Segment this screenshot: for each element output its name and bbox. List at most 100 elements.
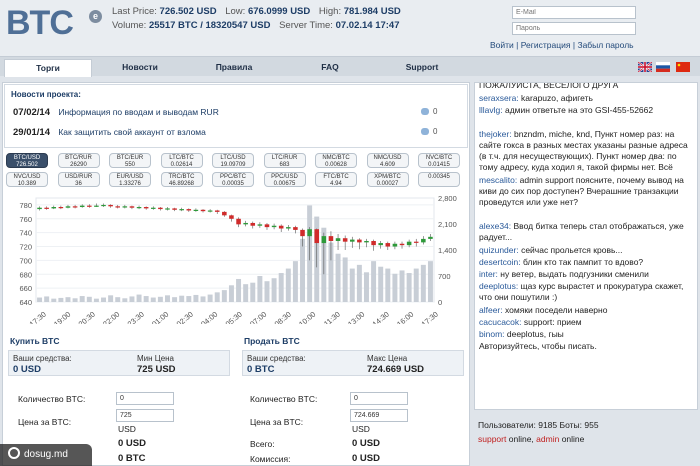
register-link[interactable]: Регистрация bbox=[521, 40, 571, 50]
volume-bar bbox=[221, 290, 227, 302]
news-headline[interactable]: Информация по вводам и выводам RUR bbox=[58, 107, 218, 117]
pair-value: 26290 bbox=[70, 161, 87, 168]
pair-button[interactable]: PPC/BTC 0.00035 bbox=[212, 172, 254, 187]
candle-body bbox=[271, 225, 277, 228]
support-user[interactable]: support bbox=[478, 434, 506, 444]
login-link[interactable]: Войти bbox=[490, 40, 514, 50]
chat-nick[interactable]: mescalito: bbox=[479, 175, 517, 185]
pair-button[interactable]: NVC/BTC 0.01415 bbox=[418, 153, 460, 168]
chat-nick[interactable]: lllavlg: bbox=[479, 105, 503, 115]
pair-button[interactable]: PPC/USD 0.00675 bbox=[263, 172, 306, 187]
pair-button[interactable]: XPM/BTC 0.00027 bbox=[366, 172, 409, 187]
login-separator-2: | bbox=[572, 40, 576, 50]
sell-fee-value: 0 USD bbox=[352, 453, 380, 464]
chat-nick[interactable]: inter: bbox=[479, 269, 498, 279]
pair-button[interactable]: NMC/BTC 0.00628 bbox=[315, 153, 357, 168]
x-tick-label: 04:00 bbox=[199, 310, 219, 324]
chat-nick[interactable]: alexe34: bbox=[479, 221, 511, 231]
last-price-label: Last Price: bbox=[112, 6, 157, 17]
low-label: Low: bbox=[225, 6, 246, 17]
watermark-text: dosug.md bbox=[24, 449, 68, 460]
volume-bar bbox=[378, 266, 384, 302]
chat-nick[interactable]: binom: bbox=[479, 329, 505, 339]
sell-price-input[interactable]: 724.669 bbox=[350, 409, 408, 422]
candle-body bbox=[165, 208, 170, 210]
candle-body bbox=[243, 222, 248, 225]
chat-message: binom: deeplotus, гыы bbox=[479, 329, 697, 340]
volume-bar bbox=[264, 281, 270, 302]
chat-text: админ ответьте на это GSI-455-52662 bbox=[502, 105, 654, 115]
tab-rules[interactable]: Правила bbox=[194, 59, 274, 77]
tab-faq[interactable]: FAQ bbox=[290, 59, 370, 77]
pair-value: 0.00628 bbox=[325, 161, 347, 168]
candle-body bbox=[108, 204, 113, 207]
candle-body bbox=[286, 227, 291, 229]
candle-body bbox=[428, 236, 433, 239]
candle-body bbox=[172, 208, 177, 210]
candle-body bbox=[349, 239, 355, 242]
buy-qty-input[interactable]: 0 bbox=[116, 392, 174, 405]
x-tick-label: 19:00 bbox=[52, 310, 72, 324]
x-tick-label: 16:00 bbox=[395, 310, 415, 324]
pair-button[interactable]: NMC/USD 4.609 bbox=[366, 153, 409, 168]
chat-panel[interactable]: ПОЖАЛУЙСТА, ВЕСЕЛОГО ДРУГА seraxsera: kar… bbox=[474, 82, 698, 410]
pair-value: 683 bbox=[279, 161, 290, 168]
chat-nick[interactable]: cacucacok: bbox=[479, 317, 522, 327]
chat-message: mescalito: admin support поясните, почем… bbox=[479, 175, 697, 219]
volume-bar bbox=[250, 282, 256, 302]
sell-funds-label: Ваши средства: bbox=[247, 354, 306, 363]
uk-flag-icon[interactable] bbox=[638, 62, 652, 72]
pair-button[interactable]: BTC/EUR 550 bbox=[109, 153, 151, 168]
password-input[interactable] bbox=[512, 22, 636, 35]
pair-button[interactable]: USD/RUR 36 bbox=[57, 172, 100, 187]
comment-count: 0 bbox=[433, 107, 438, 116]
candle-body bbox=[328, 236, 334, 241]
pair-value: 10.389 bbox=[17, 180, 37, 187]
buy-min-price-label: Мин Цена bbox=[137, 354, 175, 363]
pair-button[interactable]: EUR/USD 1.33276 bbox=[109, 172, 151, 187]
email-input[interactable] bbox=[512, 6, 636, 19]
chat-message: lllavlg: админ ответьте на это GSI-455-5… bbox=[479, 105, 697, 127]
news-item[interactable]: 07/02/14 Информация по вводам и выводам … bbox=[13, 107, 437, 118]
chat-nick[interactable]: deeplotus: bbox=[479, 281, 518, 291]
tab-trade[interactable]: Торги bbox=[4, 59, 92, 77]
admin-user[interactable]: admin bbox=[536, 434, 559, 444]
chat-nick[interactable]: alfeer: bbox=[479, 305, 503, 315]
pair-button[interactable]: LTC/USD 19.09709 bbox=[212, 153, 254, 168]
chat-nick[interactable]: desertcoin: bbox=[479, 257, 521, 267]
buy-funds-value: 0 USD bbox=[13, 364, 41, 375]
chat-nick[interactable]: quizunder: bbox=[479, 245, 519, 255]
chat-nick[interactable]: thejoker: bbox=[479, 129, 512, 139]
pair-button[interactable]: LTC/BTC 0.02614 bbox=[160, 153, 203, 168]
volume-bar bbox=[292, 261, 298, 302]
china-flag-icon[interactable] bbox=[676, 62, 690, 72]
pair-button[interactable]: TRC/BTC 46.89268 bbox=[160, 172, 203, 187]
pair-button[interactable]: BTC/USD 726.502 bbox=[6, 153, 48, 168]
volume-bar bbox=[193, 294, 199, 302]
pair-button[interactable]: FTC/BTC 4.94 bbox=[315, 172, 357, 187]
pair-button[interactable]: 0.00345 bbox=[418, 172, 460, 187]
volume-bar bbox=[257, 276, 263, 302]
tab-news[interactable]: Новости bbox=[100, 59, 180, 77]
pair-button[interactable]: NVC/USD 10.389 bbox=[6, 172, 48, 187]
candle-body bbox=[129, 206, 135, 208]
candle-body bbox=[300, 229, 305, 237]
forgot-password-link[interactable]: Забыл пароль bbox=[577, 40, 633, 50]
logo[interactable]: BTC bbox=[6, 4, 74, 43]
chat-nick[interactable]: seraxsera: bbox=[479, 93, 519, 103]
volume-bar bbox=[285, 268, 291, 302]
candle-body bbox=[250, 222, 256, 226]
buy-price-input[interactable]: 725 bbox=[116, 409, 174, 422]
x-tick-label: 01:00 bbox=[150, 310, 170, 324]
news-item[interactable]: 29/01/14 Как защитить свой аккаунт от вз… bbox=[13, 127, 437, 138]
tab-support[interactable]: Support bbox=[382, 59, 462, 77]
sell-funds-value: 0 BTC bbox=[247, 364, 275, 375]
russia-flag-icon[interactable] bbox=[656, 62, 670, 72]
candle-body bbox=[257, 224, 263, 226]
pair-button[interactable]: LTC/RUR 683 bbox=[263, 153, 306, 168]
chat-message: inter: ну ветер, выдать подгузники смени… bbox=[479, 269, 697, 280]
pair-button[interactable]: BTC/RUR 26290 bbox=[57, 153, 100, 168]
sell-qty-input[interactable]: 0 bbox=[350, 392, 408, 405]
news-headline[interactable]: Как защитить свой аккаунт от взлома bbox=[58, 127, 206, 137]
volume-bar bbox=[44, 296, 50, 302]
